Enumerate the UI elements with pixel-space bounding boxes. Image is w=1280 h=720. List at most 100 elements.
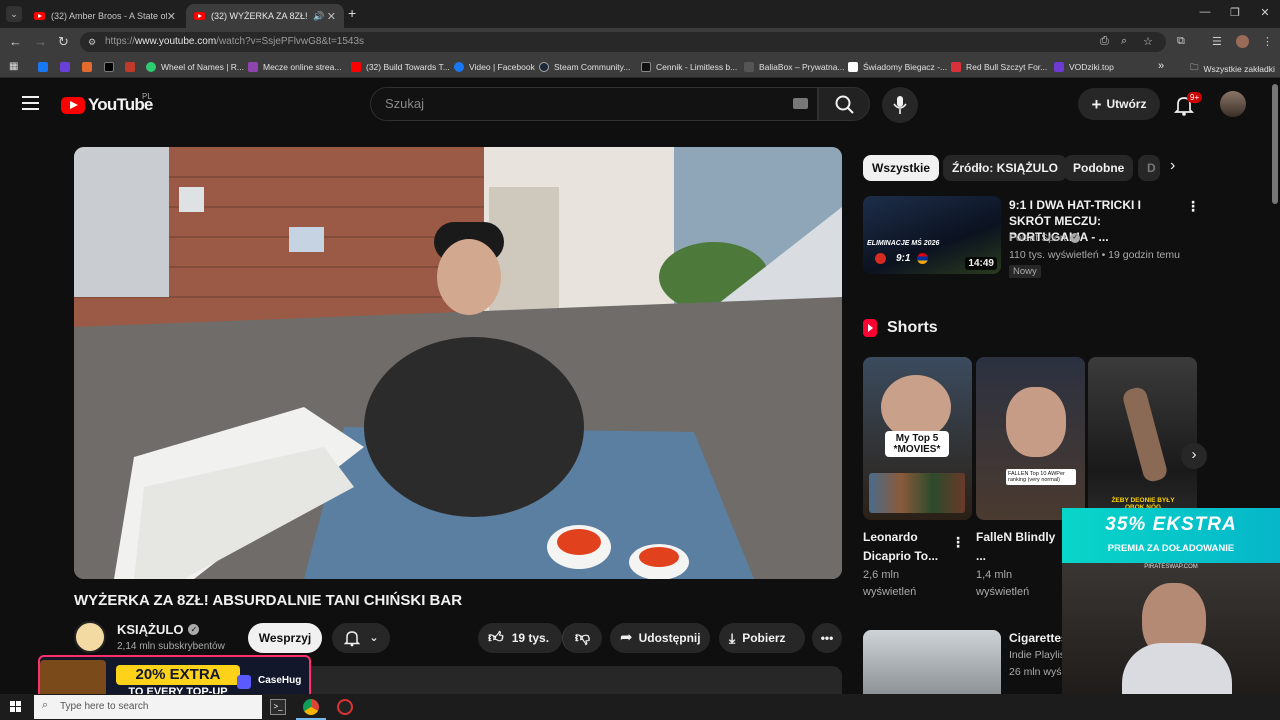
- url-prefix: https://: [105, 36, 136, 47]
- close-tab-icon[interactable]: ✕: [167, 10, 176, 23]
- bookmark-favicon-icon: [641, 62, 651, 72]
- search-button[interactable]: [818, 87, 870, 121]
- bookmark-item[interactable]: [125, 62, 140, 72]
- bell-icon: [344, 631, 361, 647]
- playlist-meta: 26 mln wyś: [1009, 666, 1062, 678]
- bookmark-steam-community[interactable]: Steam Community...: [539, 62, 630, 72]
- forward-icon[interactable]: →: [34, 34, 47, 49]
- bookmark-item[interactable]: [60, 62, 75, 72]
- tab-search-icon[interactable]: ⌄: [6, 6, 22, 22]
- bookmark-star-icon[interactable]: ☆: [1143, 35, 1153, 48]
- more-bookmarks-icon[interactable]: »: [1158, 60, 1164, 72]
- youtube-logo[interactable]: YouTube: [61, 95, 153, 115]
- folder-icon: 🗀: [1190, 62, 1199, 72]
- more-icon: •••: [820, 631, 834, 645]
- like-button[interactable]: 👍︎ 19 tys.: [478, 623, 562, 653]
- youtube-favicon-icon: [351, 62, 361, 72]
- account-avatar[interactable]: [1220, 91, 1246, 117]
- create-button[interactable]: + Utwórz: [1078, 88, 1160, 120]
- bookmark-favicon-icon: [848, 62, 858, 72]
- hamburger-menu-icon[interactable]: [22, 96, 39, 110]
- short-title[interactable]: Leonardo Dicaprio To...: [863, 528, 945, 566]
- new-tab-button[interactable]: +: [348, 5, 356, 21]
- url-host: www.youtube.com: [135, 36, 217, 47]
- subscriber-count: 2,14 mln subskrybentów: [117, 641, 225, 652]
- bookmark-swiadomy-biegacz[interactable]: Świadomy Biegacz -...: [848, 62, 947, 72]
- address-bar[interactable]: ⚙ https://www.youtube.com/watch?v=SsjePF…: [80, 32, 1166, 52]
- apps-grid-icon[interactable]: ▦: [9, 61, 18, 72]
- url-path: /watch?v=SsjePFlvwG8&t=1543s: [216, 36, 365, 47]
- short-card-workout[interactable]: ŻEBY DEONIE BYŁY OBOK NÓG: [1088, 357, 1197, 520]
- download-button[interactable]: ⤓ Pobierz: [719, 623, 805, 653]
- bookmark-wheel-of-names[interactable]: Wheel of Names | R...: [146, 62, 244, 72]
- bookmark-build-towards[interactable]: (32) Build Towards T...: [351, 62, 450, 72]
- recommended-channel[interactable]: Polsat Sport ✓: [1009, 232, 1081, 244]
- subscription-bell-button[interactable]: ⌄: [332, 623, 390, 653]
- chip-from-channel[interactable]: Źródło: KSIĄŻULO: [943, 155, 1067, 181]
- minimize-icon[interactable]: —: [1190, 6, 1220, 18]
- reload-icon[interactable]: ↻: [58, 34, 69, 50]
- terminal-icon[interactable]: >_: [270, 699, 286, 715]
- bookmark-item[interactable]: [38, 62, 53, 72]
- recommended-thumbnail[interactable]: ELIMINACJE MŚ 2026 9:1 14:49: [863, 196, 1001, 274]
- search-input[interactable]: Szukaj: [370, 87, 818, 121]
- bookmark-baliabox[interactable]: BaliaBox – Prywatna...: [744, 62, 845, 72]
- install-app-icon[interactable]: ⎙: [1100, 35, 1109, 48]
- bookmark-mecze-online[interactable]: Mecze online strea...: [248, 62, 341, 72]
- more-actions-button[interactable]: •••: [812, 623, 842, 653]
- channel-name[interactable]: KSIĄŻULO ✓: [117, 622, 200, 637]
- short-views-label: wyświetleń: [976, 586, 1030, 598]
- short-card-leonardo[interactable]: My Top 5 *MOVIES*: [863, 357, 972, 520]
- share-button[interactable]: ➦ Udostępnij: [610, 623, 710, 653]
- verified-icon: ✓: [1070, 233, 1081, 243]
- chips-next-icon[interactable]: ›: [1170, 157, 1175, 175]
- bookmark-item[interactable]: [82, 62, 97, 72]
- zoom-icon[interactable]: ⌕: [1121, 35, 1127, 48]
- steam-icon: [539, 62, 549, 72]
- twitch-icon: [60, 62, 70, 72]
- browser-menu-icon[interactable]: ⋮: [1262, 35, 1273, 48]
- chip-all[interactable]: Wszystkie: [863, 155, 940, 181]
- bookmark-video-facebook[interactable]: Video | Facebook: [454, 62, 535, 72]
- streamer-hoodie: [1122, 643, 1232, 694]
- short-title[interactable]: FalleN Blindly ...: [976, 528, 1058, 566]
- bookmark-red-bull[interactable]: Red Bull Szczyt For...: [951, 62, 1047, 72]
- support-button[interactable]: Wesprzyj: [248, 623, 322, 653]
- profile-avatar[interactable]: [1236, 35, 1249, 48]
- recommended-menu-icon[interactable]: ⋮: [1186, 198, 1200, 215]
- chrome-icon[interactable]: [303, 699, 319, 715]
- back-icon[interactable]: ←: [9, 34, 22, 49]
- bookmark-item[interactable]: [104, 62, 119, 72]
- video-duration: 14:49: [965, 257, 997, 270]
- video-player[interactable]: [74, 147, 842, 579]
- keyboard-icon[interactable]: [793, 98, 808, 109]
- extensions-icon[interactable]: ⧉: [1177, 35, 1185, 48]
- tab-wyzerka[interactable]: (32) WYŻERKA ZA 8ZŁ! ABS 🔊 ✕: [186, 4, 344, 28]
- speaker-icon[interactable]: 🔊: [313, 11, 324, 22]
- chip-related[interactable]: Podobne: [1064, 155, 1134, 181]
- obs-icon[interactable]: [337, 699, 353, 715]
- chip-more[interactable]: D: [1138, 155, 1160, 181]
- reading-list-icon[interactable]: ☰: [1212, 35, 1222, 48]
- taskbar-search-input[interactable]: Type here to search: [34, 695, 262, 719]
- close-window-icon[interactable]: ✕: [1250, 6, 1280, 19]
- dislike-button[interactable]: 👎︎: [562, 623, 602, 653]
- windows-start-icon[interactable]: [10, 701, 22, 713]
- close-tab-icon[interactable]: ✕: [327, 10, 336, 23]
- bookmark-cennik[interactable]: Cennik - Limitless b...: [641, 62, 737, 72]
- playlist-thumbnail[interactable]: [863, 630, 1001, 694]
- maximize-icon[interactable]: ❐: [1220, 6, 1250, 19]
- page-scrollbar[interactable]: [1272, 84, 1278, 204]
- playlist-title[interactable]: Cigarettes: [1009, 631, 1068, 645]
- tab-amber-broos[interactable]: (32) Amber Broos - A State of T ✕: [26, 4, 184, 28]
- shorts-next-button[interactable]: ›: [1181, 443, 1207, 469]
- bookmark-vodziki[interactable]: VODziki.top: [1054, 62, 1114, 72]
- site-info-icon[interactable]: ⚙: [88, 32, 96, 52]
- recommended-meta: 110 tys. wyświetleń • 19 godzin temu: [1009, 249, 1180, 261]
- channel-avatar[interactable]: [74, 621, 106, 653]
- voice-search-button[interactable]: [882, 87, 918, 123]
- all-bookmarks-folder[interactable]: 🗀 Wszystkie zakładki: [1190, 62, 1275, 76]
- video-title: WYŻERKA ZA 8ZŁ! ABSURDALNIE TANI CHIŃSKI…: [74, 592, 463, 609]
- short-card-fallen[interactable]: FALLEN Top 10 AWPer ranking (very normal…: [976, 357, 1085, 520]
- short-menu-icon[interactable]: ⋮: [951, 534, 965, 551]
